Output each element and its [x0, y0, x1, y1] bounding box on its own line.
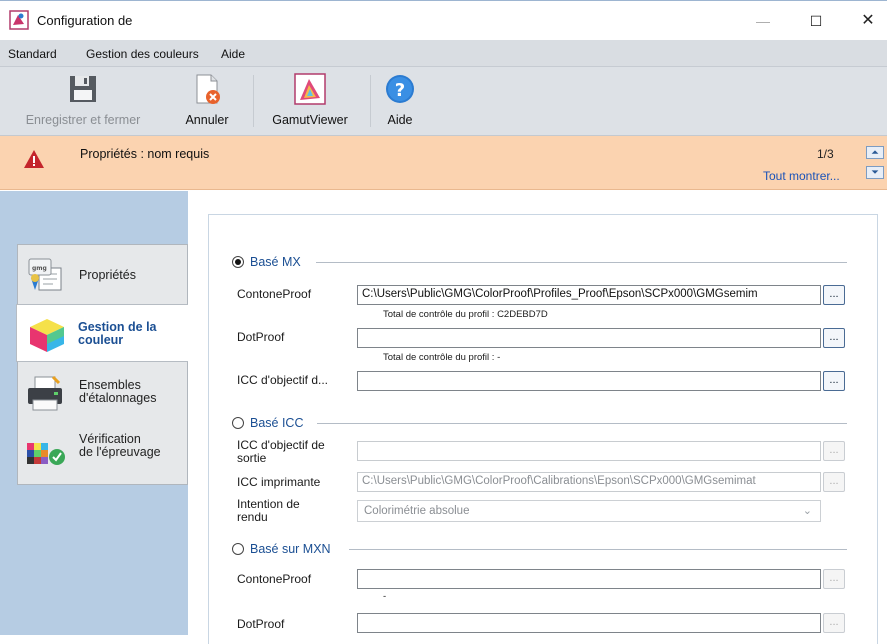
mx-dot-checksum: Total de contrôle du profil : -	[383, 352, 501, 363]
app-icon	[9, 10, 29, 30]
toolbar-separator	[370, 75, 371, 127]
nav-item-color-management[interactable]: Gestion de la couleur	[16, 304, 191, 362]
mxn-contone-label: ContoneProof	[237, 572, 312, 586]
mx-contone-label: ContoneProof	[237, 287, 312, 301]
mx-icc-field[interactable]	[357, 371, 821, 391]
close-button[interactable]: ✕	[855, 9, 881, 33]
validation-notification: Propriétés : nom requis 1/3 Tout montrer…	[0, 136, 887, 190]
section-mx-title: Basé MX	[250, 255, 301, 269]
radio-mx[interactable]	[232, 256, 244, 268]
help-button[interactable]: ? Aide	[376, 73, 424, 133]
nav-label-calibration-sets-2: d'étalonnages	[79, 391, 157, 405]
icc-output-field[interactable]	[357, 441, 821, 461]
mx-dot-browse-button[interactable]: ...	[823, 328, 845, 348]
chevron-down-icon	[871, 170, 879, 174]
icc-printer-browse-button[interactable]: ...	[823, 472, 845, 492]
mx-icc-label: ICC d'objectif d...	[237, 373, 328, 387]
section-mxn-radio[interactable]: Basé sur MXN	[232, 542, 331, 556]
mx-contone-checksum: Total de contrôle du profil : C2DEBD7D	[383, 309, 548, 320]
notification-message: Propriétés : nom requis	[80, 147, 210, 161]
mx-icc-browse-button[interactable]: ...	[823, 371, 845, 391]
window-title: Configuration de	[37, 13, 133, 28]
section-icc-title: Basé ICC	[250, 416, 304, 430]
nav-item-properties[interactable]: gmg Propriétés	[18, 245, 189, 303]
sidebar: gmg Propriétés Gestion de la couleur Ens…	[0, 191, 191, 635]
svg-text:gmg: gmg	[32, 265, 47, 272]
section-mxn-title: Basé sur MXN	[250, 542, 331, 556]
mxn-dot-browse-button[interactable]: ...	[823, 613, 845, 633]
nav-label-proof-verification-2: de l'épreuvage	[79, 445, 161, 459]
icc-printer-field[interactable]: C:\Users\Public\GMG\ColorProof\Calibrati…	[357, 472, 821, 492]
next-message-button[interactable]	[866, 166, 884, 179]
notification-count: 1/3	[817, 147, 834, 161]
menu-help[interactable]: Aide	[221, 47, 245, 61]
gamutviewer-button[interactable]: GamutViewer	[259, 73, 361, 133]
mx-dot-field[interactable]	[357, 328, 821, 348]
rendering-intent-value: Colorimétrie absolue	[364, 505, 470, 517]
cancel-label: Annuler	[185, 113, 229, 127]
radio-icc[interactable]	[232, 417, 244, 429]
warning-icon	[24, 150, 44, 168]
floppy-disk-icon	[70, 76, 96, 102]
mxn-contone-checksum: -	[383, 591, 387, 602]
section-divider	[349, 549, 847, 550]
menu-standard[interactable]: Standard	[8, 47, 57, 61]
radio-mxn[interactable]	[232, 543, 244, 555]
mxn-contone-field[interactable]	[357, 569, 821, 589]
chevron-down-icon: ⌄	[802, 505, 812, 517]
cancel-button[interactable]: Annuler	[178, 73, 236, 133]
icc-output-label-2: sortie	[237, 451, 267, 465]
menu-color-management[interactable]: Gestion des couleurs	[86, 47, 199, 61]
mxn-dot-label: DotProof	[237, 617, 285, 631]
svg-text:?: ?	[395, 80, 405, 101]
printer-icon	[28, 375, 62, 411]
mx-contone-browse-button[interactable]: ...	[823, 285, 845, 305]
section-mx-radio[interactable]: Basé MX	[232, 255, 301, 269]
color-cube-icon	[30, 319, 64, 352]
icc-output-browse-button[interactable]: ...	[823, 441, 845, 461]
nav-item-calibration-sets[interactable]: Ensembles d'étalonnages	[18, 364, 189, 422]
properties-icon: gmg	[28, 258, 62, 291]
mx-contone-field[interactable]: C:\Users\Public\GMG\ColorProof\Profiles_…	[357, 285, 821, 305]
cancel-document-icon	[196, 74, 220, 104]
gamut-chart-icon	[294, 73, 326, 105]
help-question-icon: ?	[386, 75, 414, 103]
mxn-dot-field[interactable]	[357, 613, 821, 633]
title-bar: Configuration de — ☐ ✕	[0, 0, 887, 40]
chevron-up-icon	[871, 150, 879, 154]
previous-message-button[interactable]	[866, 146, 884, 159]
rendering-intent-label-2: rendu	[237, 510, 268, 524]
section-icc-radio[interactable]: Basé ICC	[232, 416, 304, 430]
save-close-button[interactable]: Enregistrer et fermer	[6, 73, 160, 133]
maximize-button[interactable]: ☐	[803, 9, 829, 33]
icc-printer-label: ICC imprimante	[237, 475, 321, 489]
rendering-intent-select[interactable]: Colorimétrie absolue ⌄	[357, 500, 821, 522]
section-divider	[317, 423, 847, 424]
content-panel: Basé MX ContoneProof C:\Users\Public\GMG…	[188, 191, 887, 644]
gamutviewer-label: GamutViewer	[272, 113, 348, 127]
section-divider	[316, 262, 847, 263]
minimize-button[interactable]: —	[750, 9, 776, 33]
help-label: Aide	[387, 113, 413, 127]
show-all-link[interactable]: Tout montrer...	[763, 169, 840, 183]
nav-item-proof-verification[interactable]: Vérification de l'épreuvage	[18, 424, 189, 482]
nav-panel: gmg Propriétés Gestion de la couleur Ens…	[16, 244, 191, 485]
mxn-contone-browse-button[interactable]: ...	[823, 569, 845, 589]
menu-bar: Standard Gestion des couleurs Aide	[0, 40, 887, 67]
nav-label-properties: Propriétés	[79, 268, 136, 282]
save-close-label: Enregistrer et fermer	[25, 113, 141, 127]
mx-dot-label: DotProof	[237, 330, 285, 344]
verification-icon	[27, 443, 65, 465]
nav-label-color-management-2: couleur	[78, 333, 124, 347]
toolbar-separator	[253, 75, 254, 127]
toolbar: Enregistrer et fermer Annuler GamutViewe…	[0, 67, 887, 136]
